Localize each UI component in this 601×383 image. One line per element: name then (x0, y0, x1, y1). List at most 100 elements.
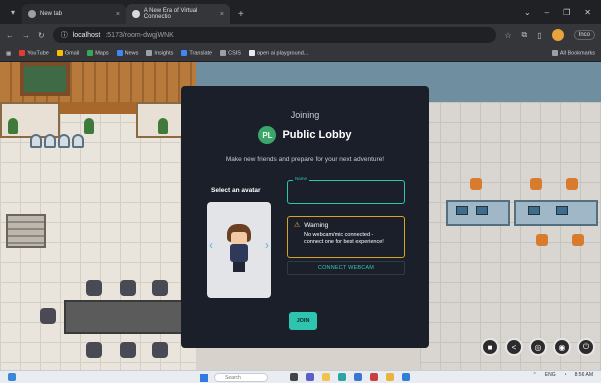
window-controls: ⌄ – ❐ ✕ (524, 0, 601, 24)
bookmark-translate[interactable]: Translate (181, 50, 212, 57)
address-bar: ← → ↻ ⓘ localhost :5173/room-dwgjWNK ☆ ⧉ … (0, 24, 601, 46)
office-chair (470, 178, 482, 190)
url-field[interactable]: ⓘ localhost :5173/room-dwgjWNK (52, 27, 497, 43)
office-chair (530, 178, 542, 190)
tab-search-icon[interactable]: ▾ (4, 0, 22, 24)
bookmark-maps[interactable]: Maps (87, 50, 109, 57)
minimize-icon[interactable]: – (545, 8, 549, 17)
app-icon[interactable] (370, 373, 378, 381)
taskbar-apps (290, 373, 410, 381)
system-tray: ⌃ ENG ◔ 8:56 AM (533, 372, 593, 378)
windows-start-icon[interactable] (200, 374, 208, 382)
folder-icon[interactable] (322, 373, 330, 381)
bookmark-youtube[interactable]: YouTube (19, 50, 49, 57)
url-path: :5173/room-dwgjWNK (105, 31, 174, 39)
map-monitor (556, 206, 568, 215)
webcam-warning: ⚠ Warning No webcam/mic connected - conn… (287, 216, 405, 258)
bookmarks-bar: ▦ YouTube Gmail Maps News Insights Trans… (0, 46, 601, 62)
bookmark-news[interactable]: News (116, 50, 138, 57)
share-icon[interactable]: < (505, 338, 523, 356)
map-monitor (456, 206, 468, 215)
dropdown-icon[interactable]: ⌄ (524, 8, 531, 17)
join-button[interactable]: JOIN (289, 312, 317, 330)
reload-icon[interactable]: ↻ (38, 31, 45, 40)
warning-line: connect one for best experience! (304, 239, 384, 246)
join-dialog: Joining PL Public Lobby Make new friends… (181, 86, 429, 348)
bookmark-csis[interactable]: CSIS (220, 50, 241, 57)
map-chair (86, 280, 102, 296)
map-chair (152, 280, 168, 296)
warning-icon: ⚠ (294, 222, 301, 229)
camera-icon[interactable]: ■ (481, 338, 499, 356)
forward-icon[interactable]: → (22, 31, 30, 40)
profile-button[interactable]: Inco (573, 30, 595, 40)
chevron-right-icon[interactable]: › (265, 238, 269, 252)
tab-active[interactable]: A New Era of Virtual Connectio × (126, 4, 230, 24)
apps-icon[interactable]: ▦ (6, 51, 11, 57)
browser-tab-bar: ▾ New tab × A New Era of Virtual Connect… (0, 0, 601, 24)
map-chair (120, 342, 136, 358)
widgets-icon[interactable] (8, 373, 16, 381)
chrome-icon (28, 10, 36, 18)
map-chair (86, 342, 102, 358)
chevron-up-icon[interactable]: ⌃ (533, 372, 537, 378)
warning-title: Warning (304, 221, 329, 229)
tab-title: A New Era of Virtual Connectio (143, 8, 198, 20)
dialog-heading: Joining (290, 110, 320, 120)
store-icon[interactable] (354, 373, 362, 381)
map-chair (40, 308, 56, 324)
close-window-icon[interactable]: ✕ (584, 8, 591, 17)
map-chairs (30, 134, 84, 148)
star-icon[interactable]: ☆ (504, 31, 511, 40)
close-icon[interactable]: × (116, 11, 120, 18)
url-host: localhost (72, 31, 101, 39)
room-badge: PL (258, 126, 277, 144)
bookmark-openai[interactable]: open ai playground... (248, 50, 308, 57)
settings-icon[interactable]: ◎ (529, 338, 547, 356)
bookmark-insights[interactable]: Insights (146, 50, 173, 57)
game-controls: ■ < ◎ ◉ ⏻ (481, 338, 595, 356)
all-bookmarks[interactable]: All Bookmarks (551, 50, 595, 57)
plant (158, 118, 168, 134)
new-tab-button[interactable]: + (230, 4, 252, 24)
language-indicator[interactable]: ENG (545, 372, 556, 378)
site-info-icon[interactable]: ⓘ (61, 30, 68, 40)
sidepanel-icon[interactable]: ▯ (537, 31, 541, 40)
taskview-icon[interactable] (290, 373, 298, 381)
room-name: Public Lobby (282, 129, 352, 141)
vscode-icon[interactable] (402, 373, 410, 381)
pool-table (20, 62, 70, 96)
screen: ▾ New tab × A New Era of Virtual Connect… (0, 0, 601, 383)
wifi-icon[interactable]: ◔ (564, 372, 567, 378)
taskbar-search[interactable]: Search (214, 373, 268, 382)
plant (84, 118, 94, 134)
map-chair (152, 342, 168, 358)
office-chair (536, 234, 548, 246)
map-monitor (528, 206, 540, 215)
name-input[interactable] (292, 187, 400, 199)
office-chair (572, 234, 584, 246)
warning-line: No webcam/mic connected - (304, 232, 374, 238)
room-title: PL Public Lobby (181, 126, 429, 144)
office-chair (566, 178, 578, 190)
chrome-taskbar-icon[interactable] (386, 373, 394, 381)
back-icon[interactable]: ← (6, 31, 14, 40)
close-icon[interactable]: × (220, 11, 224, 18)
edge-icon[interactable] (338, 373, 346, 381)
github-icon[interactable]: ◉ (553, 338, 571, 356)
maximize-icon[interactable]: ❐ (563, 8, 570, 17)
taskbar: Search ⌃ ENG ◔ 8:56 AM (0, 370, 601, 383)
bookmark-gmail[interactable]: Gmail (56, 50, 79, 57)
extension-icon[interactable]: ⧉ (522, 30, 528, 40)
toolbar-icons: ☆ ⧉ ▯ Inco (504, 29, 595, 41)
teams-icon[interactable] (306, 373, 314, 381)
name-field[interactable]: Name (287, 176, 405, 204)
connect-webcam-button[interactable]: CONNECT WEBCAM (287, 261, 405, 275)
site-icon (132, 10, 140, 18)
dialog-subtitle: Make new friends and prepare for your ne… (225, 156, 385, 163)
chevron-left-icon[interactable]: ‹ (209, 238, 213, 252)
clock[interactable]: 8:56 AM (575, 372, 593, 378)
tab-new-tab[interactable]: New tab × (22, 4, 126, 24)
power-icon[interactable]: ⏻ (577, 338, 595, 356)
avatar-icon[interactable] (551, 29, 564, 41)
